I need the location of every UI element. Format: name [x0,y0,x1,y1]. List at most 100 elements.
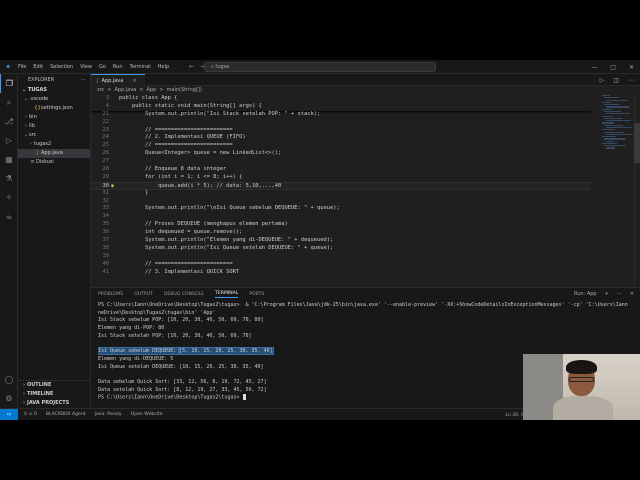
tab-terminal[interactable]: TERMINAL [215,291,239,298]
workspace-root[interactable]: ⌄ TUGAS [18,86,90,95]
menu-item-help[interactable]: Help [158,64,169,70]
breadcrumb-item[interactable]: App [147,86,157,95]
status-left: 0 ⚠ 0 BLACKBOX Agent Java: Ready Open Websi… [24,412,163,417]
terminal-text: Isi Queue setelah DEQUEUE: [10, 15, 20, … [98,363,264,370]
add-terminal-icon[interactable]: + [605,291,609,297]
maximize-icon[interactable]: □ [610,64,616,71]
more-actions-icon[interactable]: ⋯ [628,77,634,84]
status-left-item[interactable]: 0 ⚠ 0 [24,412,37,417]
more-actions-icon[interactable]: ⋯ [617,291,622,297]
json-file-icon: {} [34,105,41,111]
code-line: 3 public class App { [91,95,591,103]
panel-actions: Run: App + ⋯ ✕ [574,288,634,300]
minimize-icon[interactable]: — [591,64,597,71]
line-number: 34 [102,213,110,220]
panel-outline[interactable]: › OUTLINE [18,381,91,390]
code-text: // Proses DEQUEUE (menghapus elemen pert… [119,221,288,228]
tree-item[interactable]: ⌄ src [18,131,90,140]
menu-item-run[interactable]: Run [113,64,123,70]
close-panel-icon[interactable]: ✕ [630,291,634,297]
breadcrumb-item[interactable]: App.java [115,86,137,95]
code-line: 31 } [91,190,591,198]
tree-item[interactable]: ≡ Diskusi [18,158,90,167]
code-editor[interactable]: 3 public class App {4 public static void … [91,95,591,287]
vscode-logo-icon: ✦ [5,62,11,71]
terminal-text: Elemen yang di-DEQUEUE: 5 [98,355,174,362]
tab-app-java[interactable]: J App.java ✕ [91,74,145,86]
title-bar: ✦ File Edit Selection View Go Run Terminal Help… [0,60,640,74]
tree-item[interactable]: ⌄ .vscode [18,95,90,104]
panel-label: JAVA PROJECTS [27,400,70,406]
tab-output[interactable]: OUTPUT [134,292,153,297]
code-line: 28 // Enqueue 8 data integer [91,166,591,174]
panel-java-projects[interactable]: › JAVA PROJECTS [18,399,91,408]
code-text: // ======================== [119,142,233,149]
panel-timeline[interactable]: › TIMELINE [18,390,91,399]
tab-ports[interactable]: PORTS [249,292,264,297]
line-number: 29 [102,173,110,180]
status-left-item[interactable]: Open Website [131,412,163,417]
line-number: 25 [102,142,110,149]
menu-item-selection[interactable]: Selection [50,64,73,70]
extensions-icon[interactable]: ▦ [0,150,18,169]
explorer-icon[interactable]: ❐ [0,74,18,93]
ai-chat-icon[interactable]: ✧ [0,188,18,207]
code-line: 30 ◉ queue.add(i * 5); // data: 5,10,...,… [91,181,591,190]
vscode-window: ✦ File Edit Selection View Go Run Terminal Help… [0,60,640,420]
status-left-item[interactable]: BLACKBOX Agent [46,412,86,417]
scrollbar-thumb[interactable] [634,123,640,163]
run-icon[interactable]: ▷ [600,77,605,84]
tree-item[interactable]: {} settings.json [18,104,90,113]
status-left-item[interactable]: Java: Ready [95,412,122,417]
activity-bar: ❐ ⌕ ⎇ ▷ ▦ ⚗ ✧ ☕ ◯ ⚙ [0,74,18,408]
account-icon[interactable]: ◯ [0,370,18,389]
menu-item-file[interactable]: File [18,64,26,70]
java-file-icon: J [97,77,99,84]
tree-item[interactable]: › tugas2 [18,140,90,149]
menu-item-view[interactable]: View [80,64,92,70]
tab-debug-console[interactable]: DEBUG CONSOLE [164,292,204,297]
breadcrumb-item[interactable]: src [97,86,104,95]
terminal-line: Isi Stack sebelum POP: [10, 20, 30, 40, … [98,317,628,325]
more-actions-icon[interactable]: ⋯ [81,74,86,86]
code-line: 26 Queue<Integer> queue = new LinkedList… [91,150,591,158]
terminal-selection[interactable]: [5, 10, 15, 20, 25, 30, 35, 40] [178,347,274,356]
line-number: 37 [102,237,110,244]
menu-item-edit[interactable]: Edit [33,64,43,70]
code-line: 35 // Proses DEQUEUE (menghapus elemen p… [91,221,591,229]
close-icon[interactable]: ✕ [629,64,634,71]
tree-item[interactable]: › lib [18,122,90,131]
back-arrow-icon[interactable]: ← [189,63,194,70]
breadcrumb-item[interactable]: main(String[]) [167,86,202,95]
tree-item[interactable]: › bin [18,113,90,122]
java-projects-icon[interactable]: ☕ [0,207,18,226]
menu-item-terminal[interactable]: Terminal [130,64,151,70]
run-app-terminal[interactable]: Run: App [574,291,597,297]
split-editor-icon[interactable]: ◫ [613,77,619,84]
command-center-search[interactable]: ⌕ tugas [204,62,436,72]
java-file-icon: J [36,150,39,156]
settings-gear-icon[interactable]: ⚙ [0,389,18,408]
minimap-line [602,95,610,97]
close-tab-icon[interactable]: ✕ [132,75,136,87]
terminal-text: Data setelah Quick Sort: [8, 12, 19, 27,… [98,386,267,393]
explorer-header: EXPLORER ⋯ [18,74,90,86]
terminal-text: Isi Queue sebelum DEQUEUE: [98,347,181,356]
terminal-text: Data sebelum Quick Sort: [33, 12, 56, 8,… [98,378,267,385]
terminal-line: neDrive\Desktop\Tugas2\tugas\bin' 'App' [98,310,628,318]
line-number: 31 [102,189,110,196]
remote-indicator-icon[interactable]: ‹› [0,408,18,420]
minimap-line [606,99,628,101]
menu-item-go[interactable]: Go [99,64,106,70]
editor-scrollbar[interactable] [634,95,640,287]
tree-item[interactable]: J App.java [18,149,90,158]
explorer-sidebar: EXPLORER ⋯ ⌄ TUGAS ⌄ .vscode{} settings.js… [18,74,91,408]
run-debug-icon[interactable]: ▷ [0,131,18,150]
source-control-icon[interactable]: ⎇ [0,112,18,131]
code-text: // 2. Implementasi QUEUE (FIFO) [119,134,246,141]
code-text: // ======================== [119,126,233,133]
tab-problems[interactable]: PROBLEMS [98,292,123,297]
testing-icon[interactable]: ⚗ [0,169,18,188]
minimap[interactable] [602,95,633,155]
search-icon[interactable]: ⌕ [0,93,18,112]
